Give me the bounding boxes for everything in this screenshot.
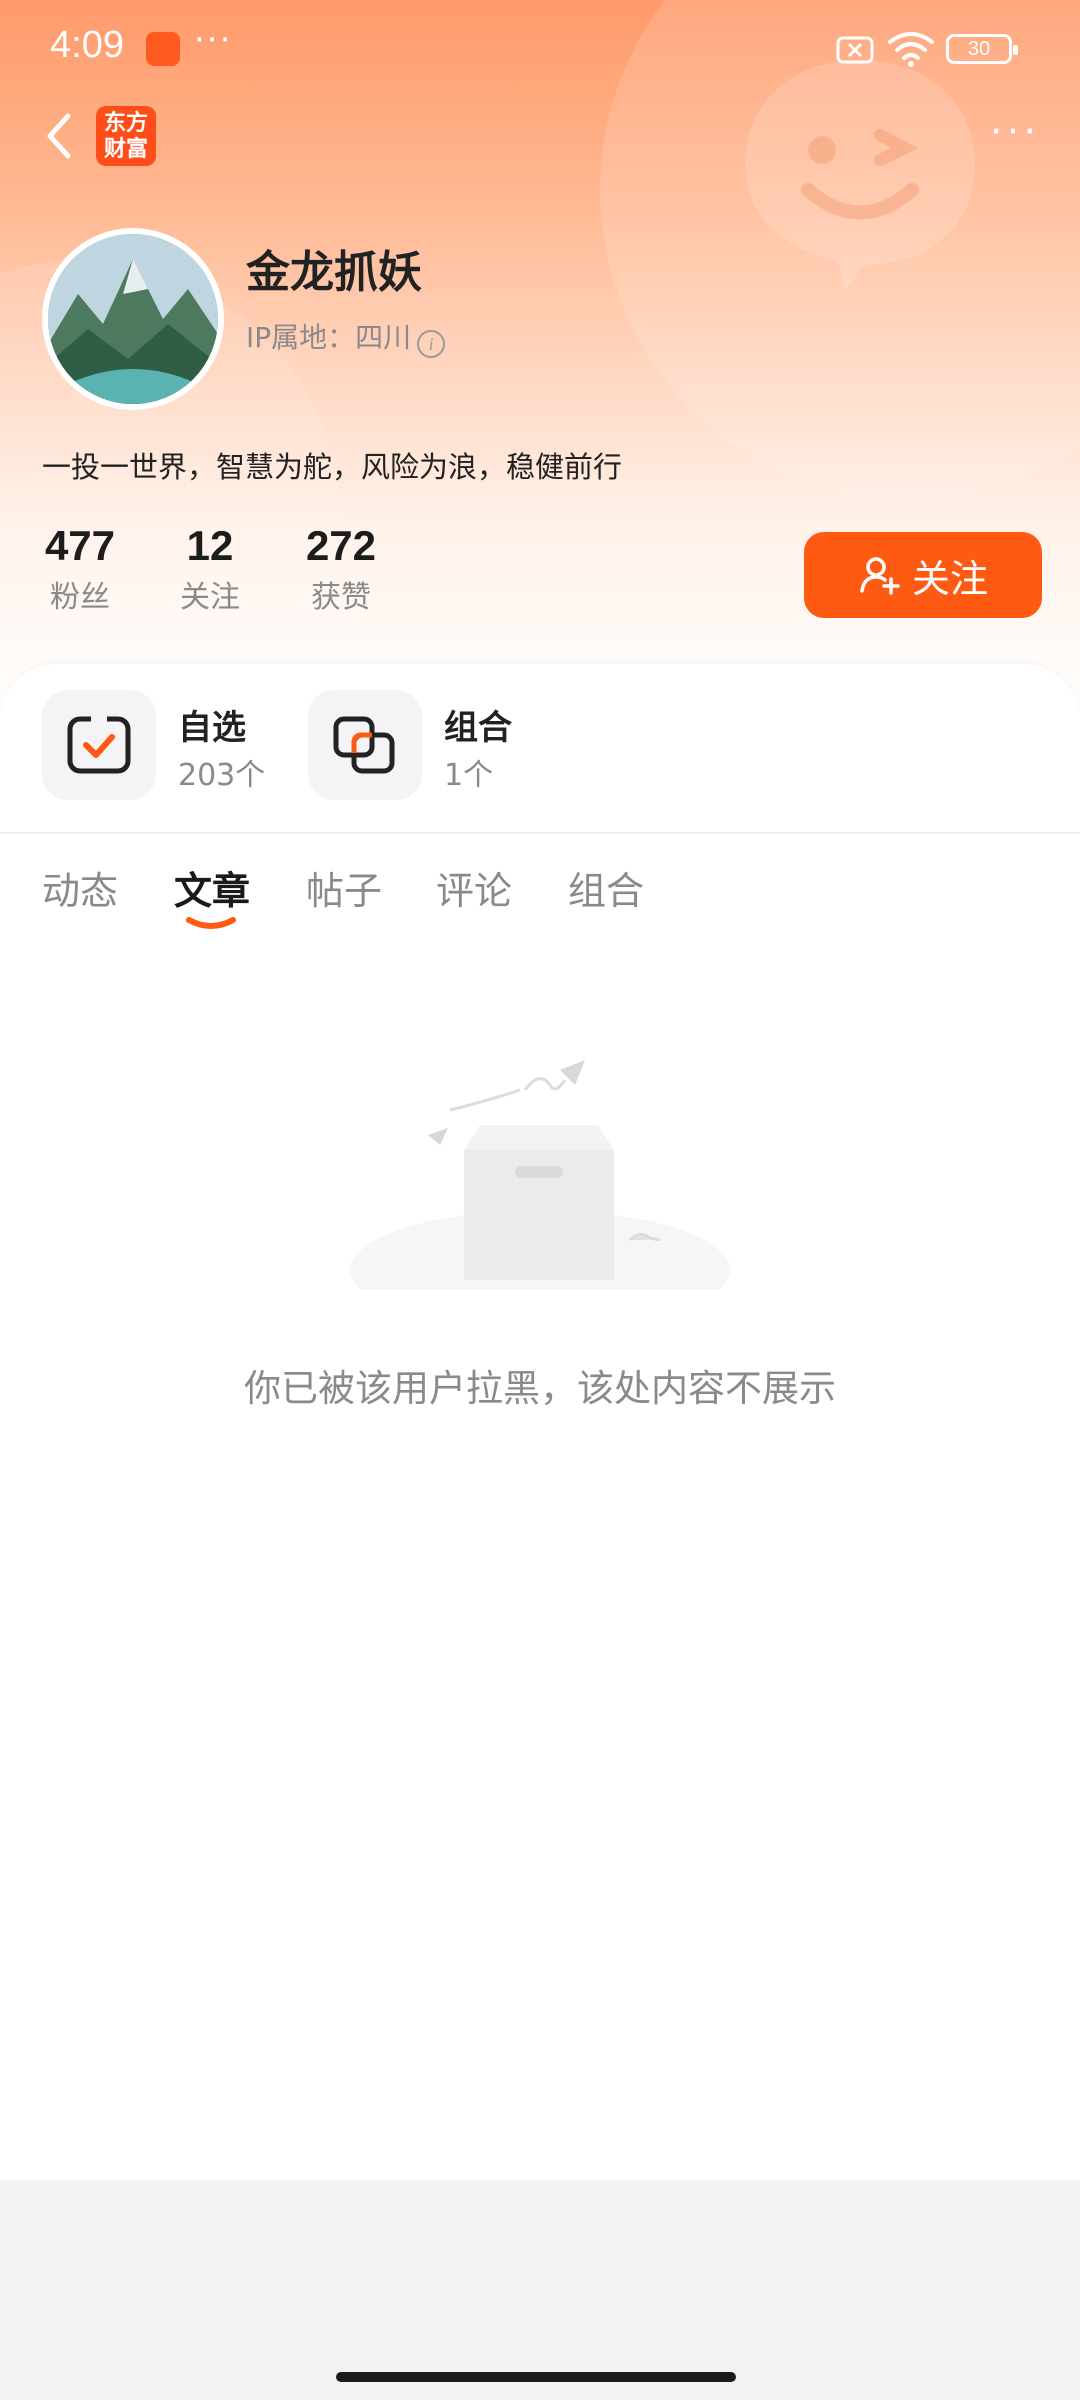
no-sim-icon bbox=[836, 36, 874, 64]
ip-location-label: IP属地：四川 bbox=[246, 321, 412, 354]
stat-label: 关注 bbox=[180, 580, 240, 615]
empty-box-illustration bbox=[350, 1060, 730, 1290]
stat-following[interactable]: 12 关注 bbox=[170, 522, 250, 616]
battery-indicator: 30 bbox=[946, 34, 1018, 64]
ip-location: IP属地：四川 i bbox=[246, 316, 446, 358]
tab-bar: 动态 文章 帖子 评论 组合 bbox=[0, 860, 1080, 930]
watchlist-title: 自选 bbox=[178, 708, 246, 748]
status-time: 4:09 bbox=[50, 24, 124, 66]
portfolio-icon-box bbox=[308, 690, 422, 800]
stat-followers[interactable]: 477 粉丝 bbox=[40, 522, 120, 616]
notification-app-icon bbox=[146, 32, 180, 66]
stat-value: 477 bbox=[44, 522, 116, 569]
app-logo: 东方财富 bbox=[96, 106, 156, 166]
info-icon[interactable]: i bbox=[417, 330, 446, 358]
tab-dynamics[interactable]: 动态 bbox=[42, 860, 118, 915]
portfolio-entry[interactable]: 组合 1个 bbox=[308, 690, 548, 800]
stat-label: 获赞 bbox=[311, 580, 371, 615]
profile-name: 金龙抓妖 bbox=[246, 247, 422, 298]
tab-comments[interactable]: 评论 bbox=[436, 860, 512, 915]
content-card: 自选 203个 组合 1个 动态 文章 帖子 评论 组合 bbox=[0, 664, 1080, 2180]
watchlist-icon bbox=[67, 715, 131, 774]
follow-button-label: 关注 bbox=[911, 556, 988, 601]
follow-button[interactable]: 关注 bbox=[804, 532, 1042, 618]
tab-portfolio[interactable]: 组合 bbox=[568, 860, 644, 915]
more-options-button[interactable]: ··· bbox=[980, 112, 1050, 162]
stat-label: 粉丝 bbox=[50, 580, 110, 615]
tab-posts[interactable]: 帖子 bbox=[306, 860, 382, 915]
active-tab-indicator bbox=[186, 917, 236, 929]
stat-likes[interactable]: 272 获赞 bbox=[296, 522, 386, 616]
portfolio-title: 组合 bbox=[444, 708, 512, 748]
wifi-icon bbox=[888, 32, 934, 67]
add-user-icon bbox=[860, 557, 900, 595]
stat-value: 12 bbox=[186, 522, 234, 569]
watchlist-icon-box bbox=[42, 690, 156, 800]
tab-articles[interactable]: 文章 bbox=[174, 860, 250, 915]
divider bbox=[0, 832, 1080, 834]
status-bar: 4:09 ··· 30 bbox=[0, 0, 1080, 100]
empty-state-message: 你已被该用户拉黑，该处内容不展示 bbox=[244, 1367, 836, 1410]
portfolio-icon bbox=[333, 716, 395, 774]
watchlist-count: 203个 bbox=[178, 758, 266, 793]
stat-value: 272 bbox=[305, 522, 377, 569]
profile-bio: 一投一世界，智慧为舵，风险为浪，稳健前行 bbox=[42, 450, 623, 484]
watchlist-entry[interactable]: 自选 203个 bbox=[42, 690, 282, 800]
avatar[interactable] bbox=[42, 228, 224, 410]
status-more-dots: ··· bbox=[194, 20, 233, 60]
portfolio-count: 1个 bbox=[444, 758, 494, 793]
back-arrow-icon[interactable] bbox=[36, 104, 84, 168]
home-indicator[interactable] bbox=[336, 2372, 736, 2382]
bottom-area bbox=[0, 2180, 1080, 2400]
avatar-mountain-image bbox=[48, 234, 218, 404]
